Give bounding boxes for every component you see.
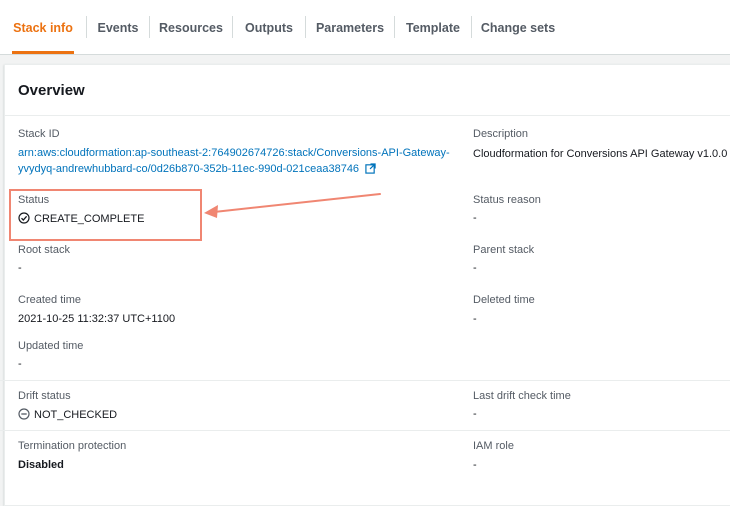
minus-circle-icon <box>18 408 30 420</box>
stack-id-label: Stack ID <box>18 128 60 140</box>
description-value: Cloudformation for Conversions API Gatew… <box>473 148 728 160</box>
termination-protection-value: Disabled <box>18 459 64 471</box>
root-stack-label: Root stack <box>18 244 70 256</box>
external-link-icon[interactable] <box>365 163 376 174</box>
tab-separator <box>149 16 150 38</box>
drift-status-value: NOT_CHECKED <box>18 408 117 421</box>
section-divider <box>0 380 730 381</box>
description-label: Description <box>473 128 529 140</box>
parent-stack-value: - <box>473 262 477 274</box>
tab-events[interactable]: Events <box>88 0 148 54</box>
root-stack-value: - <box>18 262 22 274</box>
stack-id-link-line1[interactable]: arn:aws:cloudformation:ap-southeast-2:76… <box>18 145 450 161</box>
last-drift-check-value: - <box>473 408 477 420</box>
tab-separator <box>394 16 395 38</box>
overview-header: Overview <box>5 65 730 116</box>
overview-title: Overview <box>18 82 85 99</box>
tab-change-sets[interactable]: Change sets <box>473 0 563 54</box>
deleted-time-label: Deleted time <box>473 294 535 306</box>
created-time-label: Created time <box>18 294 81 306</box>
tab-separator <box>471 16 472 38</box>
status-reason-label: Status reason <box>473 194 541 206</box>
status-reason-value: - <box>473 212 477 224</box>
tab-separator <box>86 16 87 38</box>
tab-resources[interactable]: Resources <box>151 0 231 54</box>
section-divider <box>0 430 730 431</box>
drift-status-label: Drift status <box>18 390 71 402</box>
updated-time-label: Updated time <box>18 340 84 352</box>
tab-parameters[interactable]: Parameters <box>307 0 393 54</box>
stack-id-link[interactable]: yvydyq-andrewhubbard-co/0d26b870-352b-11… <box>18 161 376 177</box>
deleted-time-value: - <box>473 313 477 325</box>
last-drift-check-label: Last drift check time <box>473 390 571 402</box>
iam-role-value: - <box>473 459 477 471</box>
iam-role-label: IAM role <box>473 440 514 452</box>
tab-bar: Stack info Events Resources Outputs Para… <box>0 0 730 55</box>
annotation-arrow-icon <box>204 193 381 218</box>
tab-separator <box>232 16 233 38</box>
status-highlight-box <box>9 189 202 241</box>
updated-time-value: - <box>18 358 22 370</box>
tab-template[interactable]: Template <box>396 0 470 54</box>
tab-stack-info[interactable]: Stack info <box>8 0 78 54</box>
tab-outputs[interactable]: Outputs <box>234 0 304 54</box>
drift-status-text: NOT_CHECKED <box>34 409 118 421</box>
created-time-value: 2021-10-25 11:32:37 UTC+1100 <box>18 313 176 325</box>
termination-protection-label: Termination protection <box>18 440 127 452</box>
tab-separator <box>305 16 306 38</box>
stack-id-link-line2[interactable]: yvydyq-andrewhubbard-co/0d26b870-352b-11… <box>18 163 359 175</box>
parent-stack-label: Parent stack <box>473 244 535 256</box>
